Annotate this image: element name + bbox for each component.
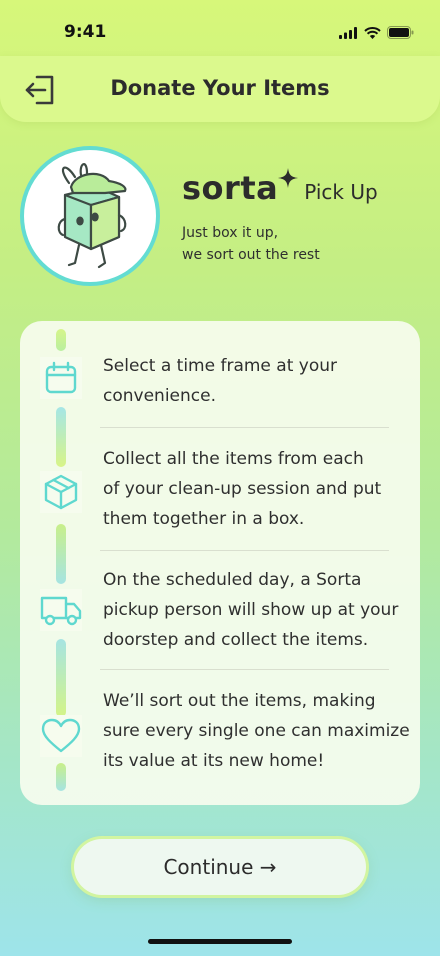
continue-button[interactable]: Continue → — [74, 839, 366, 895]
step-line: doorstep and collect the items. — [103, 630, 369, 650]
steps-card: Select a time frame at your convenience.… — [20, 321, 420, 805]
brand-logo: sorta — [182, 169, 279, 207]
brand-heading: sorta Pick Up — [182, 168, 378, 207]
battery-icon — [387, 26, 414, 39]
box-mascot-illustration — [57, 163, 127, 269]
status-time: 9:41 — [64, 22, 107, 42]
status-bar: 9:41 — [0, 0, 440, 60]
hero-section: sorta Pick Up Just box it up, we sort ou… — [20, 146, 420, 296]
calendar-icon — [45, 361, 77, 394]
status-icons — [339, 26, 414, 39]
page-title: Donate Your Items — [110, 76, 330, 100]
step-text: On the scheduled day, a Sorta pickup per… — [103, 565, 408, 655]
mascot-avatar — [20, 146, 160, 286]
divider — [100, 669, 389, 670]
tagline: Just box it up, we sort out the rest — [182, 222, 320, 266]
heart-icon — [41, 718, 81, 753]
tagline-line: we sort out the rest — [182, 247, 320, 263]
cellular-signal-icon — [339, 26, 357, 39]
step-line: of your clean-up session and put — [103, 479, 382, 499]
divider — [100, 427, 389, 428]
wifi-icon — [364, 26, 381, 39]
step-text: Collect all the items from each of your … — [103, 444, 408, 534]
step-icon-wrap — [40, 715, 82, 757]
step-text: Select a time frame at your convenience. — [103, 351, 408, 411]
step-line: Collect all the items from each — [103, 449, 364, 469]
step-icon-wrap — [40, 357, 82, 399]
step-line: sure every single one can maximize — [103, 721, 410, 741]
truck-icon — [40, 596, 82, 626]
step-icon-wrap — [40, 589, 82, 631]
step-line: We’ll sort out the items, making — [103, 691, 376, 711]
step-line: Select a time frame at your — [103, 356, 338, 376]
step-line: its value at its new home! — [103, 751, 325, 771]
step-icon-wrap — [40, 471, 82, 513]
step-line: convenience. — [103, 386, 216, 406]
step-line: On the scheduled day, a Sorta — [103, 570, 362, 590]
service-name: Pick Up — [304, 180, 378, 204]
header-bar: Donate Your Items — [0, 56, 440, 122]
home-indicator — [148, 939, 292, 944]
box-icon — [44, 474, 78, 510]
step-text: We’ll sort out the items, making sure ev… — [103, 686, 410, 776]
tagline-line: Just box it up, — [182, 225, 279, 241]
sparkle-icon — [278, 168, 299, 188]
divider — [100, 550, 389, 551]
step-line: pickup person will show up at your — [103, 600, 399, 620]
step-line: them together in a box. — [103, 509, 305, 529]
